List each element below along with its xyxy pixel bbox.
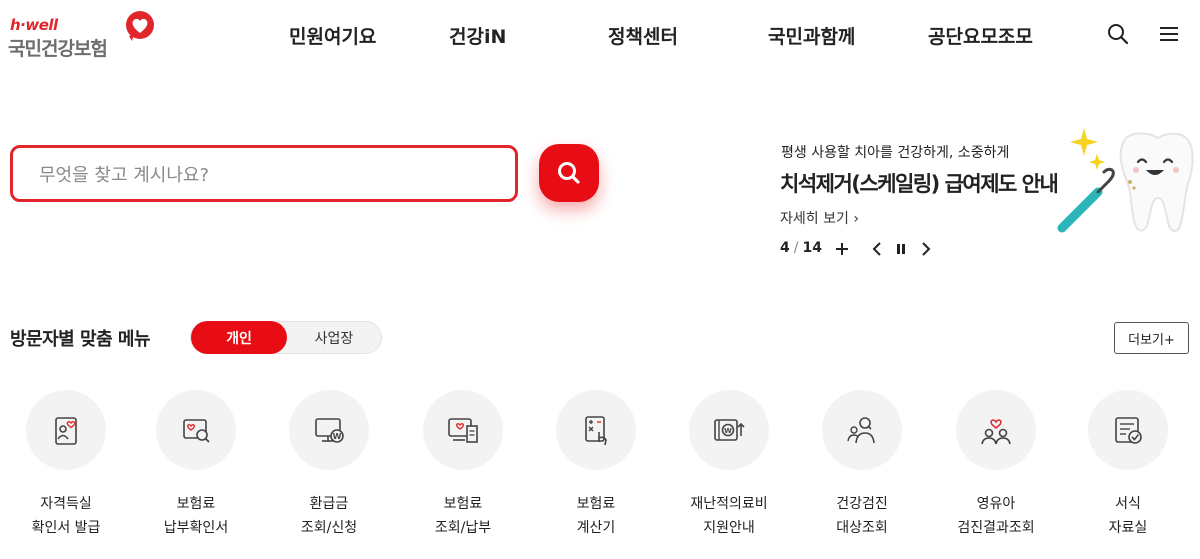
nav-item-policy[interactable]: 정책센터 xyxy=(608,22,678,49)
menu-icon-circle xyxy=(1088,390,1168,470)
menu-label: 환급금 조회/신청 xyxy=(263,492,395,540)
nav-item-together[interactable]: 국민과함께 xyxy=(768,22,855,49)
form-check-icon xyxy=(1115,417,1142,444)
menu-item-calculator[interactable]: 보험료 계산기 xyxy=(530,390,662,550)
pager-separator: / xyxy=(793,240,799,256)
menu-label-line1: 보험료 xyxy=(576,496,616,512)
tooth-scaling-illustration xyxy=(1057,128,1194,233)
chevron-left-icon[interactable] xyxy=(869,240,887,258)
svg-text:W: W xyxy=(333,432,342,441)
banner-subtitle: 평생 사용할 치아를 건강하게, 소중하게 xyxy=(781,145,1010,161)
pager-total: 14 xyxy=(802,240,822,256)
banner-title[interactable]: 치석제거(스케일링) 급여제도 안내 xyxy=(780,168,1059,198)
menu-item-refund[interactable]: W 환급금 조회/신청 xyxy=(263,390,395,550)
menu-label: 건강검진 대상조회 xyxy=(796,492,928,540)
logo-name: 국민건강보험 xyxy=(8,38,108,60)
banner-pager: 4/14 xyxy=(780,240,822,256)
search-input[interactable] xyxy=(39,161,479,189)
more-button[interactable]: 더보기+ xyxy=(1114,322,1189,354)
menu-item-infant-checkup[interactable]: 영유아 검진결과조회 xyxy=(930,390,1062,550)
search-icon xyxy=(558,162,580,184)
menu-label: 서식 자료실 xyxy=(1062,492,1194,540)
nav-item-about[interactable]: 공단요모조모 xyxy=(928,22,1033,49)
wallet-won-icon: W xyxy=(714,419,745,441)
family-heart-icon xyxy=(981,419,1011,445)
chevron-right-icon: › xyxy=(853,211,859,227)
menu-label: 자격득실 확인서 발급 xyxy=(0,492,132,540)
hamburger-menu-icon[interactable] xyxy=(1157,22,1181,46)
menu-label-line2: 조회/납부 xyxy=(434,520,492,536)
menu-label: 보험료 계산기 xyxy=(530,492,662,540)
menu-label: 보험료 납부확인서 xyxy=(130,492,262,540)
toggle-personal[interactable]: 개인 xyxy=(191,321,287,354)
menu-label-line2: 확인서 발급 xyxy=(31,520,101,536)
menu-item-payment-confirmation[interactable]: 보험료 납부확인서 xyxy=(130,390,262,550)
banner-more-label: 자세히 보기 xyxy=(780,211,849,227)
menu-label-line2: 자료실 xyxy=(1108,520,1148,536)
toggle-business[interactable]: 사업장 xyxy=(287,322,381,353)
svg-text:W: W xyxy=(724,427,732,435)
menu-icon-circle xyxy=(156,390,236,470)
document-search-icon xyxy=(183,419,210,443)
logo[interactable]: h·well 국민건강보험 xyxy=(8,10,158,62)
pager-current: 4 xyxy=(780,240,790,256)
menu-icon-circle xyxy=(26,390,106,470)
menu-label-line1: 건강검진 xyxy=(836,496,888,512)
heart-logo-icon xyxy=(126,11,154,41)
menu-label-line1: 보험료 xyxy=(176,496,216,512)
section-title: 방문자별 맞춤 메뉴 xyxy=(10,329,151,350)
banner-more-link[interactable]: 자세히 보기 › xyxy=(780,208,859,228)
pause-icon[interactable] xyxy=(892,240,910,258)
nav-item-health[interactable]: 건강iN xyxy=(449,22,506,49)
menu-icon-circle xyxy=(956,390,1036,470)
people-search-icon xyxy=(847,417,875,444)
visitor-type-toggle: 개인 사업장 xyxy=(190,321,382,354)
menu-label-line1: 영유아 xyxy=(976,496,1016,512)
menu-label: 보험료 조회/납부 xyxy=(397,492,529,540)
menu-icon-circle: W xyxy=(689,390,769,470)
menu-item-health-checkup[interactable]: 건강검진 대상조회 xyxy=(796,390,928,550)
menu-item-forms[interactable]: 서식 자료실 xyxy=(1062,390,1194,550)
menu-label-line2: 납부확인서 xyxy=(163,520,229,536)
menu-label: 영유아 검진결과조회 xyxy=(930,492,1062,540)
chevron-right-icon[interactable] xyxy=(916,240,934,258)
screen-receipt-icon xyxy=(448,418,478,443)
menu-label-line1: 자격득실 xyxy=(40,496,92,512)
menu-icon-circle: W xyxy=(289,390,369,470)
menu-label-line1: 환급금 xyxy=(309,496,349,512)
menu-icon-circle xyxy=(822,390,902,470)
menu-label-line2: 지원안내 xyxy=(703,520,755,536)
monitor-won-icon: W xyxy=(315,418,344,443)
menu-label-line2: 조회/신청 xyxy=(300,520,358,536)
menu-label-line2: 대상조회 xyxy=(836,520,888,536)
nav-item-civil[interactable]: 민원여기요 xyxy=(289,22,376,49)
menu-item-catastrophic-medical[interactable]: W 재난적의료비 지원안내 xyxy=(663,390,795,550)
menu-label-line1: 재난적의료비 xyxy=(690,496,768,512)
logo-tagline: h·well xyxy=(10,16,58,34)
menu-label-line2: 검진결과조회 xyxy=(957,520,1035,536)
calculator-hand-icon xyxy=(585,416,607,446)
menu-icon-circle xyxy=(423,390,503,470)
search-box xyxy=(10,145,518,202)
menu-label-line1: 서식 xyxy=(1115,496,1141,512)
search-button[interactable] xyxy=(539,144,599,202)
menu-label-line2: 계산기 xyxy=(576,520,616,536)
menu-item-premium-payment[interactable]: 보험료 조회/납부 xyxy=(397,390,529,550)
menu-item-qualification[interactable]: 자격득실 확인서 발급 xyxy=(0,390,132,550)
menu-icon-circle xyxy=(556,390,636,470)
plus-icon[interactable] xyxy=(833,240,851,258)
menu-label-line1: 보험료 xyxy=(443,496,483,512)
menu-label: 재난적의료비 지원안내 xyxy=(663,492,795,540)
search-icon[interactable] xyxy=(1106,22,1130,46)
certificate-person-icon xyxy=(55,417,77,445)
